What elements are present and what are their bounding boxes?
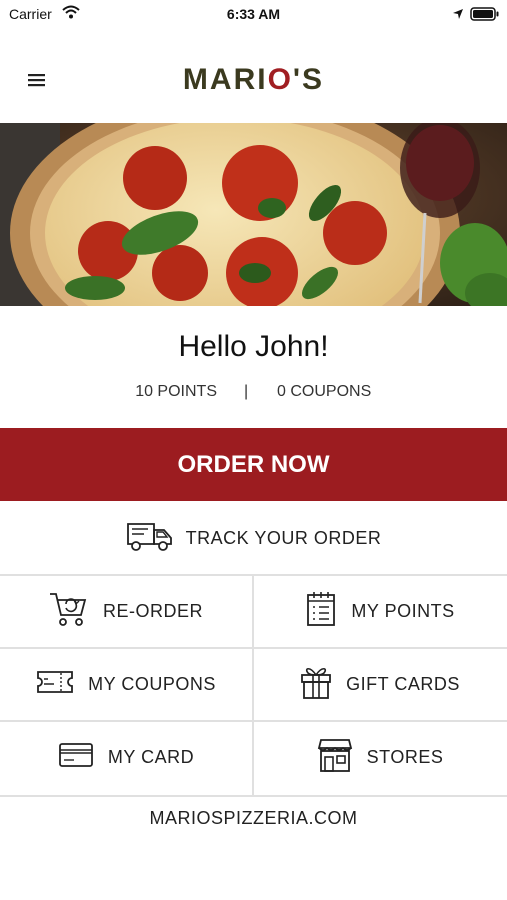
my-card-button[interactable]: MY CARD	[0, 722, 252, 793]
coupons-count[interactable]: 0 COUPONS	[277, 383, 371, 401]
reorder-label: RE-ORDER	[102, 601, 203, 621]
my-points-label: MY POINTS	[351, 601, 455, 621]
battery-icon	[470, 7, 500, 26]
coupon-ticket-icon	[36, 668, 74, 701]
gift-icon	[300, 664, 332, 705]
logo-text-o: O	[267, 63, 293, 96]
order-now-button[interactable]: ORDER NOW	[0, 428, 507, 501]
stores-label: STORES	[366, 747, 444, 767]
loyalty-stats: 10 POINTS | 0 COUPONS	[0, 383, 507, 405]
website-link[interactable]: MARIOSPIZZERIA.COM	[0, 808, 507, 829]
reorder-cart-icon	[49, 591, 89, 632]
track-order-button[interactable]: TRACK YOUR ORDER	[0, 502, 507, 574]
track-order-label: TRACK YOUR ORDER	[185, 527, 382, 548]
grid-divider-row-3	[0, 795, 507, 797]
reorder-button[interactable]: RE-ORDER	[0, 576, 252, 647]
points-count[interactable]: 10 POINTS	[135, 383, 217, 401]
action-grid: RE-ORDER MY POINTS MY COUPONS GIFT CARDS…	[0, 574, 507, 797]
location-arrow-icon	[452, 7, 464, 25]
marios-logo: MARIO'S	[0, 63, 507, 97]
store-icon	[317, 737, 353, 778]
logo-text-1: MARI	[182, 63, 268, 96]
credit-card-icon	[58, 742, 94, 773]
points-calendar-icon	[305, 591, 337, 632]
status-bar: Carrier 6:33 AM	[0, 0, 507, 28]
app-header: MARIO'S	[0, 28, 507, 123]
clock-time: 6:33 AM	[226, 6, 281, 22]
my-coupons-label: MY COUPONS	[88, 674, 216, 694]
stats-separator: |	[244, 383, 249, 400]
my-card-label: MY CARD	[107, 747, 195, 767]
logo-text-2: 'S	[292, 63, 325, 96]
my-coupons-button[interactable]: MY COUPONS	[0, 649, 252, 720]
gift-cards-button[interactable]: GIFT CARDS	[254, 649, 506, 720]
delivery-truck-icon	[126, 520, 174, 557]
gift-cards-label: GIFT CARDS	[346, 674, 460, 694]
pizza-hero-image	[0, 123, 507, 306]
stores-button[interactable]: STORES	[254, 722, 506, 793]
greeting-heading: Hello John!	[178, 330, 329, 363]
my-points-button[interactable]: MY POINTS	[254, 576, 506, 647]
